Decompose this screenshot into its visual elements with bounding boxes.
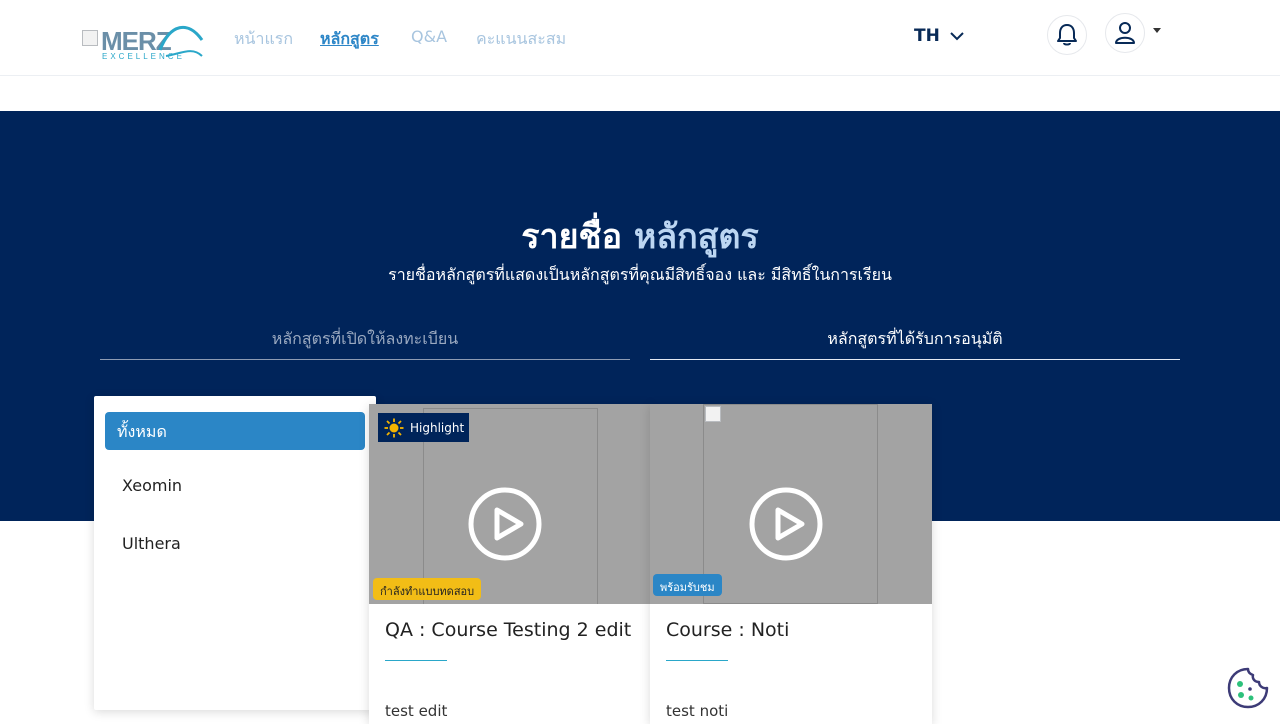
course-title[interactable]: Course : Noti — [666, 619, 789, 641]
tab-approved-courses[interactable]: หลักสูตรที่ได้รับการอนุมัติ — [650, 324, 1180, 360]
nav-points[interactable]: คะแนนสะสม — [476, 27, 566, 52]
play-icon[interactable] — [748, 486, 824, 562]
category-sidebar: ทั้งหมด Xeomin Ulthera — [94, 396, 376, 710]
course-description: test noti — [666, 702, 729, 720]
title-highlight: หลักสูตร — [633, 217, 759, 257]
category-item-all[interactable]: ทั้งหมด — [105, 412, 365, 450]
user-icon — [1115, 22, 1135, 44]
course-description: test edit — [385, 702, 448, 720]
language-label: TH — [914, 26, 940, 46]
course-card[interactable]: Highlight กำลังทำแบบทดสอบ QA : Course Te… — [369, 404, 651, 724]
nav-qa[interactable]: Q&A — [411, 27, 447, 46]
course-thumbnail[interactable]: Highlight กำลังทำแบบทดสอบ — [369, 404, 651, 604]
play-icon[interactable] — [467, 486, 543, 562]
sun-icon — [384, 418, 404, 437]
top-navbar: MERZ EXCELLENCE หน้าแรก หลักสูตร Q&A คะแ… — [0, 0, 1280, 76]
status-badge: กำลังทำแบบทดสอบ — [373, 578, 482, 600]
status-badge: พร้อมรับชม — [653, 574, 722, 596]
merz-logo[interactable]: MERZ EXCELLENCE — [82, 16, 204, 62]
nav-courses[interactable]: หลักสูตร — [320, 27, 379, 52]
broken-image-icon — [705, 406, 721, 422]
title-divider — [666, 660, 728, 661]
course-card[interactable]: พร้อมรับชม Course : Noti test noti — [650, 404, 932, 724]
chevron-down-icon — [950, 31, 964, 40]
notification-button[interactable] — [1047, 15, 1087, 55]
title-divider — [385, 660, 447, 661]
user-menu-caret-icon[interactable] — [1153, 28, 1161, 33]
bell-icon — [1057, 24, 1077, 46]
course-title[interactable]: QA : Course Testing 2 edit — [385, 619, 631, 641]
highlight-label: Highlight — [410, 420, 465, 435]
category-item-ulthera[interactable]: Ulthera — [105, 526, 365, 564]
broken-image-icon — [82, 30, 98, 46]
page-subtitle: รายชื่อหลักสูตรที่แสดงเป็นหลักสูตรที่คุณ… — [388, 265, 892, 284]
title-prefix: รายชื่อ — [521, 217, 622, 257]
course-thumbnail[interactable]: พร้อมรับชม — [650, 404, 932, 604]
highlight-badge: Highlight — [378, 413, 469, 442]
page-title: รายชื่อ หลักสูตร — [0, 209, 1280, 263]
tab-open-registration[interactable]: หลักสูตรที่เปิดให้ลงทะเบียน — [100, 324, 630, 360]
cookie-icon[interactable] — [1227, 667, 1269, 709]
language-selector[interactable]: TH — [914, 26, 964, 46]
user-menu-button[interactable] — [1105, 13, 1145, 53]
logo-subtext: EXCELLENCE — [102, 52, 185, 61]
category-item-xeomin[interactable]: Xeomin — [105, 468, 365, 506]
nav-home[interactable]: หน้าแรก — [234, 27, 293, 52]
